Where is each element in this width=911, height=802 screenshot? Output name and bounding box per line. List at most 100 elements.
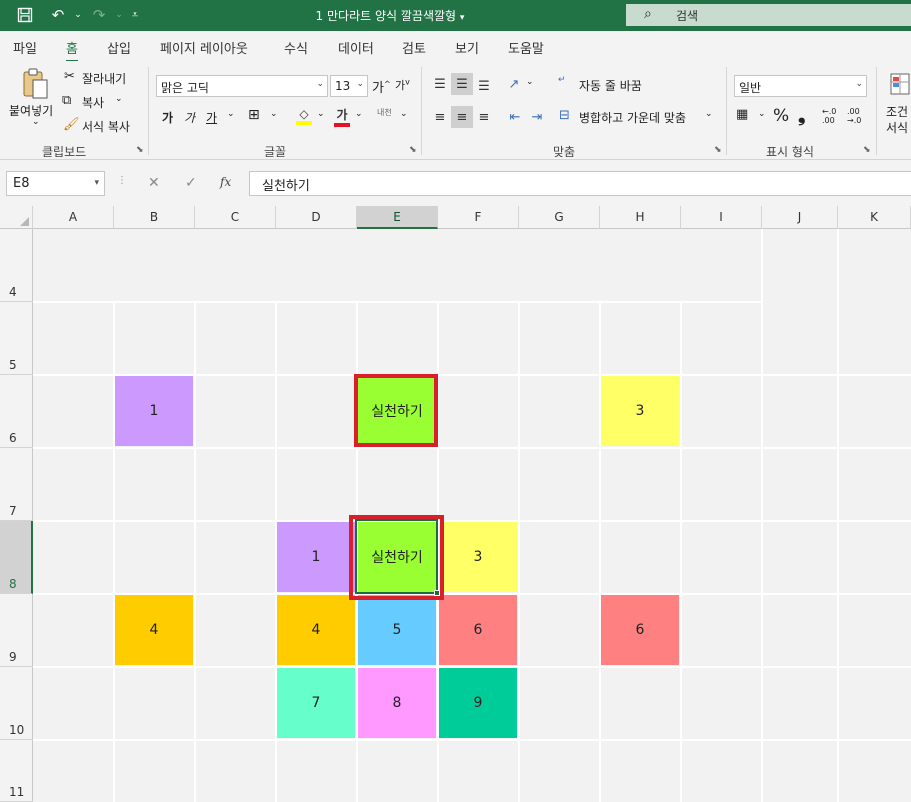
paste-dropdown-icon[interactable]: ⌄ (32, 117, 40, 127)
merge-center-icon[interactable]: ⊟ (559, 108, 570, 123)
align-top-icon[interactable]: ☰ (430, 73, 450, 95)
conditional-formatting-label-2[interactable]: 서식 (886, 119, 908, 136)
align-left-icon[interactable]: ≡ (430, 106, 450, 128)
copy-dropdown-icon[interactable]: ⌄ (115, 94, 123, 104)
decrease-decimal-button[interactable]: .00 →.0 (847, 107, 869, 125)
column-header-a[interactable]: A (33, 206, 114, 229)
tab-data[interactable]: 데이터 (338, 38, 374, 57)
accounting-format-icon[interactable]: ▦ (736, 107, 748, 122)
wrap-text-icon[interactable]: ↵ (558, 75, 566, 85)
paste-icon[interactable] (18, 67, 52, 101)
row-header-9[interactable]: 9 (0, 594, 33, 667)
copy-button[interactable]: 복사 (82, 94, 104, 111)
align-right-icon[interactable]: ≡ (474, 106, 494, 128)
merge-center-button[interactable]: 병합하고 가운데 맞춤 (579, 109, 686, 126)
tab-formulas[interactable]: 수식 (284, 38, 308, 57)
column-header-k[interactable]: K (838, 206, 911, 229)
cut-icon[interactable]: ✂ (64, 69, 75, 84)
formula-input[interactable]: 실천하기 (249, 171, 911, 196)
shrink-font-button[interactable]: 가v (395, 77, 410, 93)
tab-home[interactable]: 홈 (66, 38, 78, 63)
enter-icon[interactable]: ✓ (185, 175, 197, 191)
increase-decimal-button[interactable]: ←.0 .00 (822, 107, 844, 125)
phonetic-guide-icon[interactable]: 내천 (377, 107, 392, 118)
format-painter-button[interactable]: 서식 복사 (82, 118, 130, 135)
row-header-7[interactable]: 7 (0, 448, 33, 521)
select-all-button[interactable] (0, 206, 33, 229)
cell-d10[interactable]: 7 (277, 668, 355, 738)
row-header-10[interactable]: 10 (0, 667, 33, 740)
column-header-i[interactable]: I (681, 206, 762, 229)
increase-indent-icon[interactable]: ⇥ (527, 106, 547, 128)
bold-button[interactable]: 가 (162, 109, 173, 126)
cell-h6[interactable]: 3 (601, 376, 679, 446)
name-box[interactable]: E8 ▾ (6, 171, 105, 196)
name-box-dropdown-icon[interactable]: ▾ (94, 178, 99, 188)
cell-h9[interactable]: 6 (601, 595, 679, 665)
worksheet-grid[interactable]: 1 실천하기 3 1 실천하기 3 4 4 5 6 6 7 8 9 (33, 229, 911, 802)
tab-help[interactable]: 도움말 (508, 38, 544, 57)
format-painter-icon[interactable]: 🖌 (63, 117, 80, 132)
underline-dropdown-icon[interactable]: ⌄ (227, 109, 235, 119)
column-header-g[interactable]: G (519, 206, 600, 229)
cancel-icon[interactable]: ✕ (148, 175, 160, 191)
cell-b6[interactable]: 1 (115, 376, 193, 446)
wrap-text-button[interactable]: 자동 줄 바꿈 (579, 77, 642, 94)
conditional-formatting-label-1[interactable]: 조건 (886, 103, 908, 120)
cell-e10[interactable]: 8 (358, 668, 436, 738)
tab-view[interactable]: 보기 (455, 38, 479, 57)
orientation-icon[interactable]: ↗ (504, 73, 524, 95)
borders-dropdown-icon[interactable]: ⌄ (270, 109, 278, 119)
fill-color-icon[interactable]: ◇ (294, 105, 314, 127)
font-color-icon[interactable]: 가 (333, 105, 351, 127)
column-header-c[interactable]: C (195, 206, 276, 229)
font-launcher-icon[interactable]: ⬊ (409, 145, 417, 155)
borders-icon[interactable]: ⊞ (248, 107, 260, 123)
column-header-j[interactable]: J (762, 206, 838, 229)
fill-handle[interactable] (434, 590, 440, 596)
row-header-11[interactable]: 11 (0, 740, 33, 802)
cell-f8[interactable]: 3 (439, 522, 517, 592)
align-middle-icon[interactable]: ☰ (451, 73, 473, 95)
merge-dropdown-icon[interactable]: ⌄ (705, 109, 713, 119)
tab-review[interactable]: 검토 (402, 38, 426, 57)
cell-e9[interactable]: 5 (358, 595, 436, 665)
row-header-4[interactable]: 4 (0, 229, 33, 302)
align-bottom-icon[interactable]: ☰ (474, 75, 494, 97)
clipboard-launcher-icon[interactable]: ⬊ (136, 145, 144, 155)
conditional-formatting-icon[interactable] (889, 71, 911, 97)
comma-style-button[interactable]: ❟ (798, 104, 805, 126)
row-header-8[interactable]: 8 (0, 521, 33, 594)
font-color-dropdown-icon[interactable]: ⌄ (355, 109, 363, 119)
column-header-e[interactable]: E (357, 206, 438, 229)
cut-button[interactable]: 잘라내기 (82, 70, 126, 87)
font-name-select[interactable]: 맑은 고딕 ⌄ (156, 75, 328, 97)
cell-f10[interactable]: 9 (439, 668, 517, 738)
column-header-h[interactable]: H (600, 206, 681, 229)
tab-insert[interactable]: 삽입 (107, 38, 131, 57)
fill-color-dropdown-icon[interactable]: ⌄ (317, 109, 325, 119)
copy-icon[interactable]: ⧉ (62, 93, 71, 108)
italic-button[interactable]: 가 (184, 109, 195, 126)
align-center-icon[interactable]: ≡ (451, 106, 473, 128)
underline-button[interactable]: 가 (206, 109, 217, 126)
search-box[interactable]: ⌕ 검색 (626, 4, 911, 26)
cell-d8[interactable]: 1 (277, 522, 355, 592)
column-header-d[interactable]: D (276, 206, 357, 229)
row-header-6[interactable]: 6 (0, 375, 33, 448)
phonetic-dropdown-icon[interactable]: ⌄ (400, 109, 408, 119)
number-format-select[interactable]: 일반 ⌄ (734, 75, 867, 97)
orientation-dropdown-icon[interactable]: ⌄ (526, 77, 534, 87)
row-header-5[interactable]: 5 (0, 302, 33, 375)
column-header-b[interactable]: B (114, 206, 195, 229)
cell-d9[interactable]: 4 (277, 595, 355, 665)
grow-font-button[interactable]: 가^ (372, 77, 391, 96)
percent-style-button[interactable]: % (773, 106, 789, 126)
cell-b9[interactable]: 4 (115, 595, 193, 665)
cell-f9[interactable]: 6 (439, 595, 517, 665)
font-size-select[interactable]: 13 ⌄ (330, 75, 368, 97)
insert-function-icon[interactable]: fx (220, 175, 231, 189)
alignment-launcher-icon[interactable]: ⬊ (714, 145, 722, 155)
decrease-indent-icon[interactable]: ⇤ (505, 106, 525, 128)
tab-file[interactable]: 파일 (13, 38, 37, 57)
